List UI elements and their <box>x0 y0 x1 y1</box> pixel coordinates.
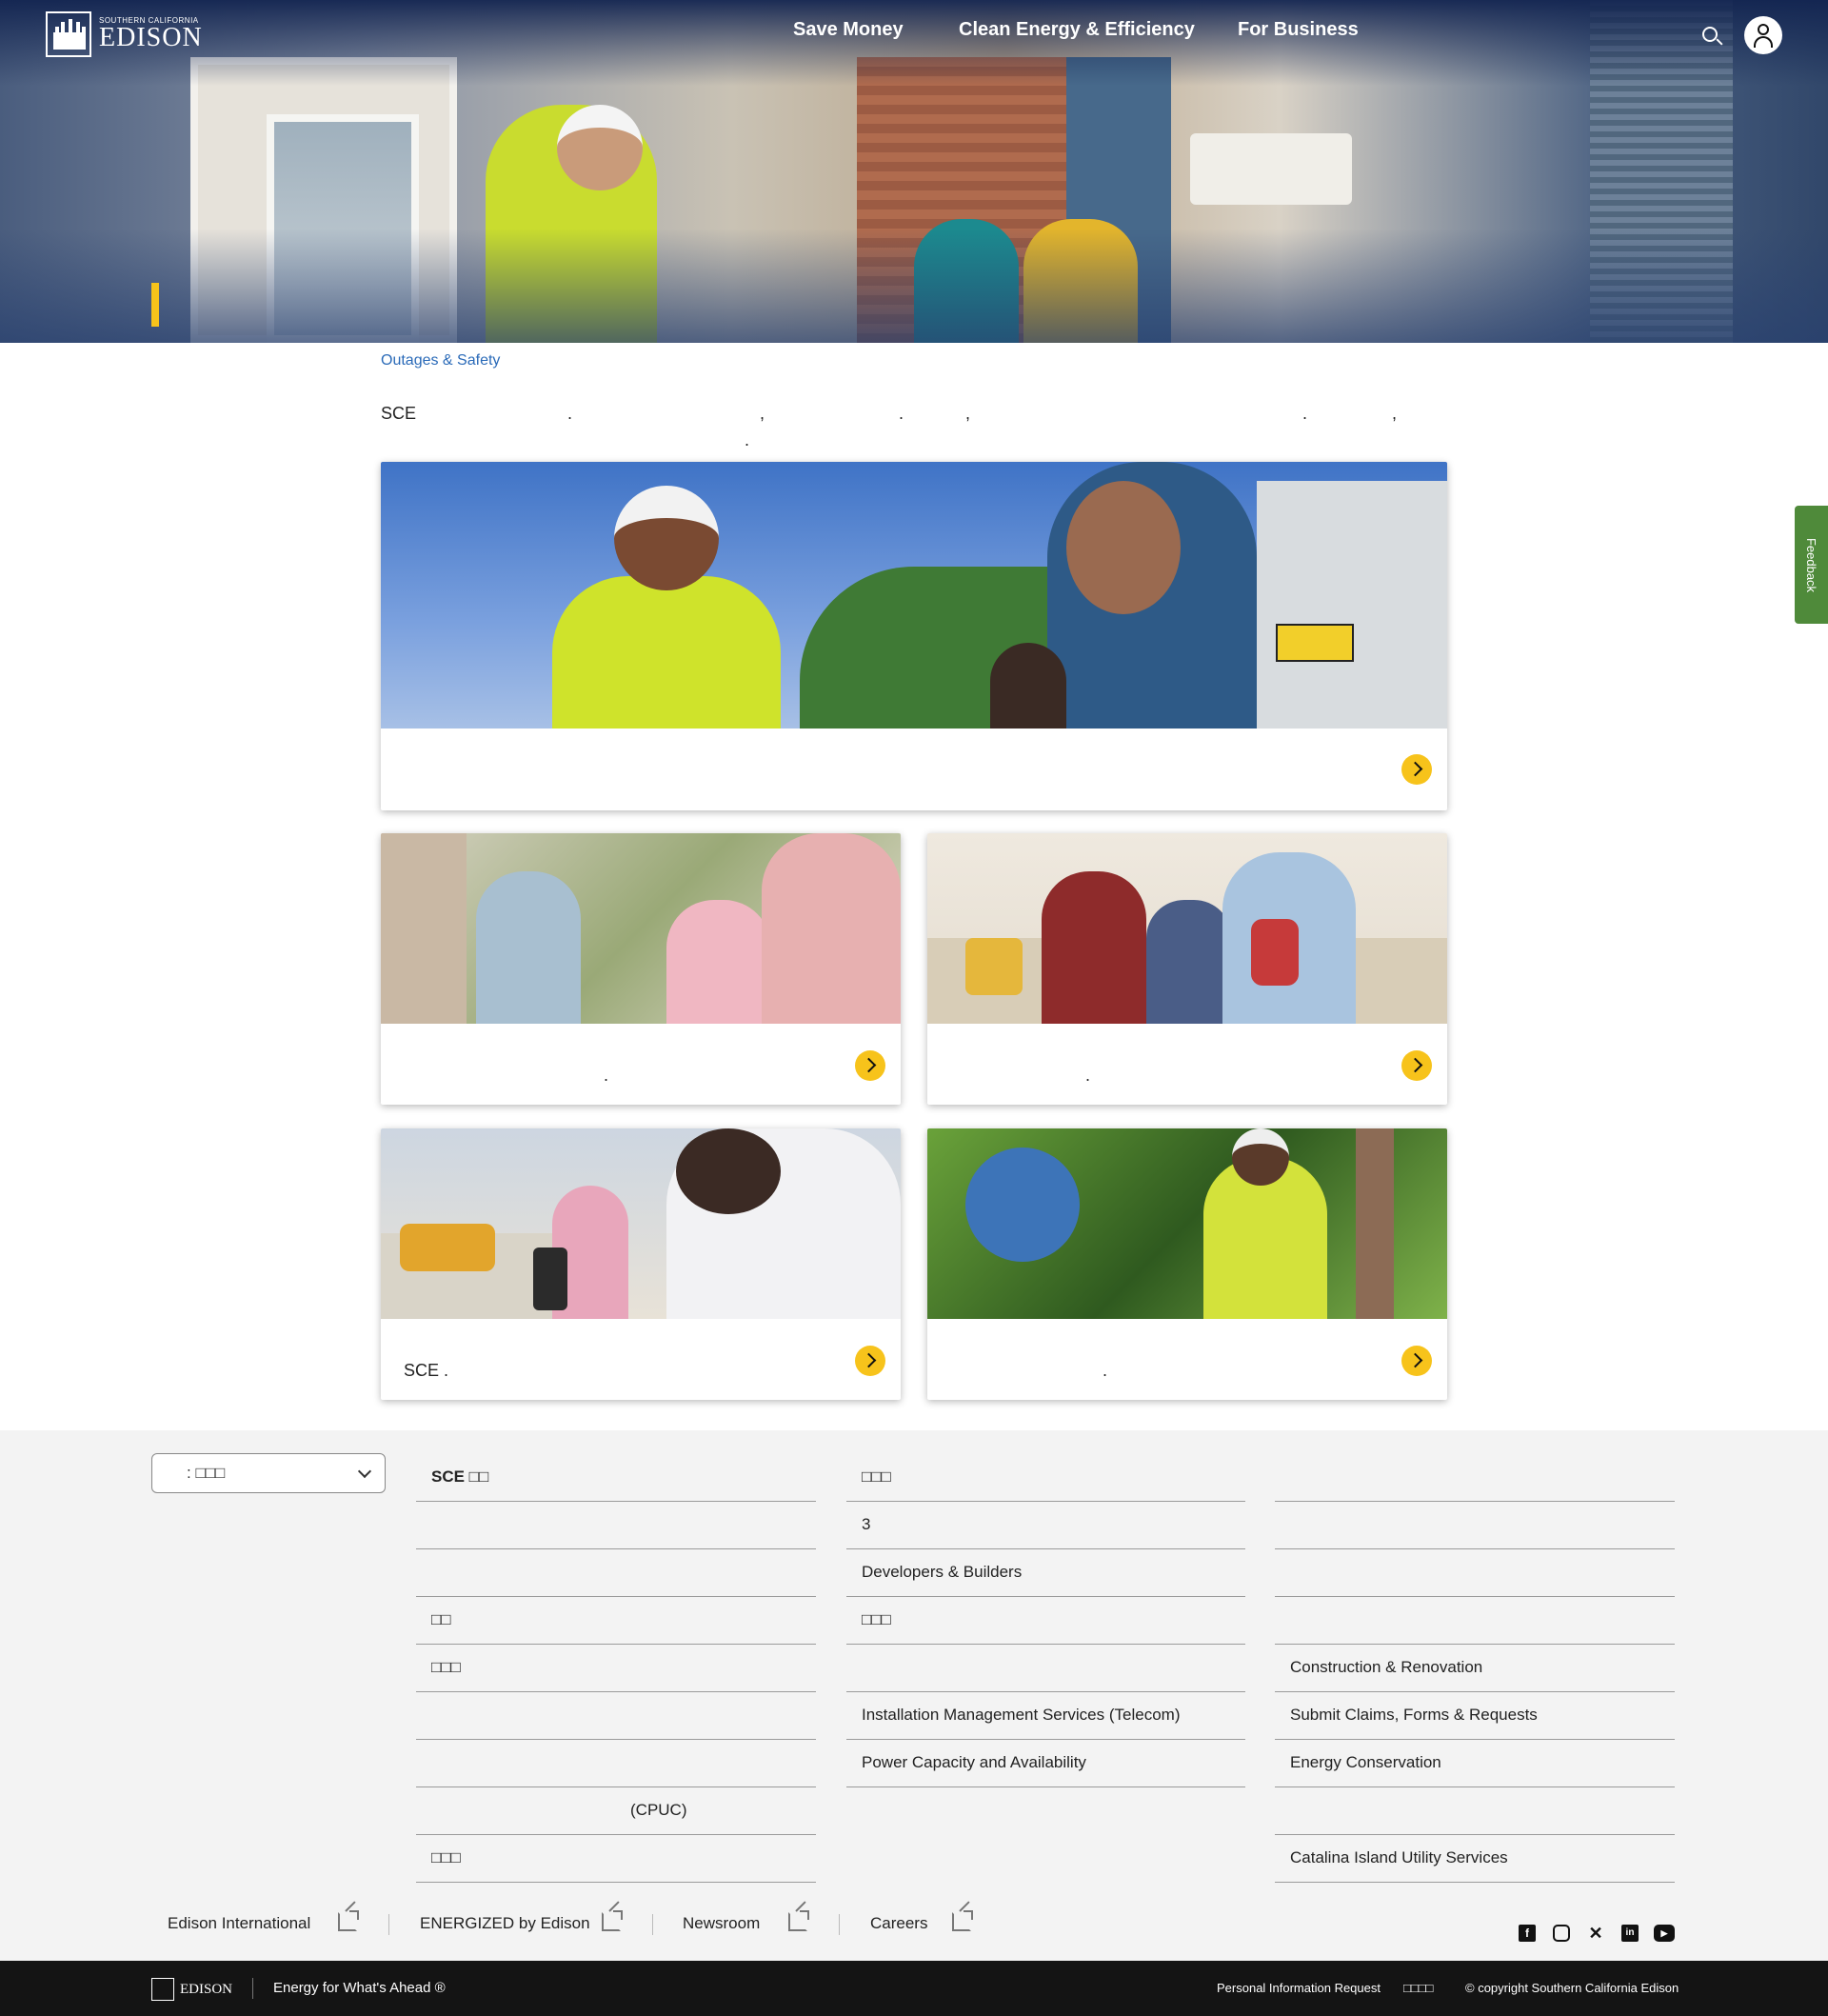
footer-link[interactable]: Construction & Renovation <box>1275 1645 1675 1692</box>
feature-card-2[interactable]: . <box>381 833 901 1105</box>
tagline: Energy for What's Ahead ® <box>273 1980 446 1996</box>
external-link-icon <box>338 1910 359 1931</box>
feature-card-3[interactable]: . <box>927 833 1447 1105</box>
language-select[interactable]: : □□□ <box>151 1453 386 1493</box>
external-link-icon <box>952 1910 973 1931</box>
feature-card-1[interactable] <box>381 462 1447 810</box>
footer-link[interactable]: 3 <box>846 1502 1245 1549</box>
hero-mailbox <box>1190 133 1352 205</box>
chevron-right-icon[interactable] <box>1401 1346 1432 1376</box>
nav-for-business[interactable]: For Business <box>1238 19 1359 41</box>
feature-card-4[interactable]: SCE . <box>381 1128 901 1400</box>
footer-link[interactable] <box>846 1645 1245 1692</box>
footer-link[interactable]: □□□ <box>846 1454 1245 1502</box>
footer-link[interactable]: Energy Conservation <box>1275 1740 1675 1787</box>
feature-card-5[interactable]: . <box>927 1128 1447 1400</box>
card-4-image <box>381 1128 901 1319</box>
instagram-icon[interactable] <box>1553 1925 1570 1942</box>
bottom-bar: EDISON Energy for What's Ahead ® Persona… <box>0 1961 1828 2016</box>
card-2-label: . <box>604 1066 609 1085</box>
facebook-icon[interactable]: f <box>1519 1925 1536 1942</box>
footer-link[interactable]: Developers & Builders <box>846 1549 1245 1597</box>
nav-save-money[interactable]: Save Money <box>793 19 904 41</box>
copyright: © copyright Southern California Edison <box>1465 1981 1679 1995</box>
linkedin-icon[interactable]: in <box>1621 1925 1639 1942</box>
external-link-icon <box>602 1910 623 1931</box>
footer-link[interactable] <box>1275 1454 1675 1502</box>
edison-logo-small[interactable]: EDISON <box>151 1977 239 2002</box>
card-1-image <box>381 462 1447 729</box>
footer-link[interactable] <box>416 1549 816 1597</box>
intro-paragraph: SCE . , . , . , . <box>381 404 1398 449</box>
personal-information-request-link[interactable]: Personal Information Request <box>1217 1981 1381 1995</box>
chevron-right-icon[interactable] <box>855 1050 885 1081</box>
external-link-careers[interactable]: Careers <box>870 1914 927 1933</box>
footer-link[interactable]: □□□ <box>416 1835 816 1883</box>
external-link-edison-international[interactable]: Edison International <box>168 1914 310 1933</box>
footer-link[interactable]: □□ <box>416 1597 816 1645</box>
footer-link[interactable] <box>416 1692 816 1740</box>
chevron-right-icon[interactable] <box>1401 1050 1432 1081</box>
card-2-image <box>381 833 901 1024</box>
footer-link[interactable] <box>1275 1502 1675 1549</box>
footer-link[interactable] <box>1275 1787 1675 1835</box>
external-link-icon <box>788 1910 809 1931</box>
footer-link[interactable] <box>416 1502 816 1549</box>
footer-link[interactable]: Power Capacity and Availability <box>846 1740 1245 1787</box>
footer-column-1: SCE □□ □□ □□□ (CPUC) □□□ <box>416 1454 816 1883</box>
card-3-label: . <box>1085 1066 1091 1085</box>
card-4-label: SCE . <box>404 1361 449 1380</box>
footer-link[interactable]: Installation Management Services (Teleco… <box>846 1692 1245 1740</box>
user-icon[interactable] <box>1744 16 1782 54</box>
card-5-label: . <box>1103 1361 1108 1380</box>
footer-column-2: □□□ 3 Developers & Builders □□□ Installa… <box>846 1454 1245 1787</box>
nav-clean-energy[interactable]: Clean Energy & Efficiency <box>959 19 1195 41</box>
hero-banner <box>0 0 1828 343</box>
edison-logo-icon <box>151 1978 174 2001</box>
footer-column-3: Construction & Renovation Submit Claims,… <box>1275 1454 1675 1883</box>
x-icon[interactable]: ✕ <box>1587 1925 1604 1942</box>
hero-worker-head <box>557 105 643 190</box>
footer-link[interactable] <box>1275 1597 1675 1645</box>
youtube-icon[interactable]: ▶ <box>1654 1925 1675 1942</box>
footer-link[interactable]: Catalina Island Utility Services <box>1275 1835 1675 1883</box>
footer-link[interactable]: □□□ <box>846 1597 1245 1645</box>
main-nav: Save Money Clean Energy & Efficiency For… <box>0 19 1828 48</box>
hero-accent-bar <box>151 283 159 327</box>
card-3-image <box>927 833 1447 1024</box>
external-link-energized[interactable]: ENERGIZED by Edison <box>420 1914 590 1933</box>
footer-link[interactable]: (CPUC) <box>416 1787 816 1835</box>
chevron-right-icon[interactable] <box>1401 754 1432 785</box>
footer-link[interactable] <box>416 1740 816 1787</box>
intro-lead: SCE <box>381 404 417 423</box>
external-link-newsroom[interactable]: Newsroom <box>683 1914 760 1933</box>
privacy-link[interactable]: □□□□ <box>1403 1981 1433 1995</box>
footer-link[interactable]: □□□ <box>416 1645 816 1692</box>
feedback-tab[interactable]: Feedback <box>1795 506 1828 624</box>
footer-link[interactable]: Submit Claims, Forms & Requests <box>1275 1692 1675 1740</box>
breadcrumb[interactable]: Outages & Safety <box>381 352 500 369</box>
chevron-down-icon <box>357 1464 372 1479</box>
footer-link[interactable] <box>1275 1549 1675 1597</box>
search-icon[interactable] <box>1700 25 1723 48</box>
card-5-image <box>927 1128 1447 1319</box>
chevron-right-icon[interactable] <box>855 1346 885 1376</box>
footer-link[interactable]: SCE □□ <box>416 1454 816 1502</box>
